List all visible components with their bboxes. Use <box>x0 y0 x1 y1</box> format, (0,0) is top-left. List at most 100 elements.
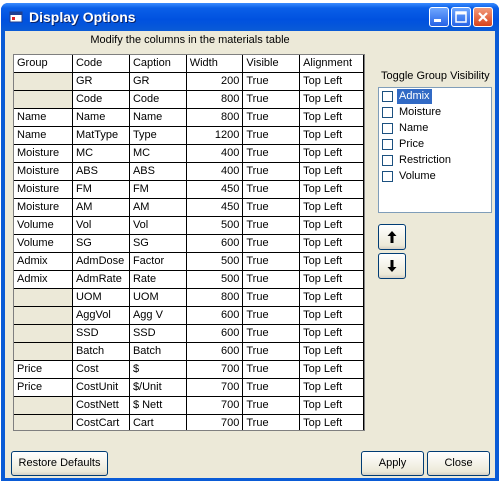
cell-width[interactable]: 800 <box>186 288 244 307</box>
cell-width[interactable]: 600 <box>186 234 244 253</box>
move-up-button[interactable] <box>378 224 406 250</box>
cell-alignment[interactable]: Top Left <box>299 288 364 307</box>
cell-alignment[interactable]: Top Left <box>299 360 364 379</box>
cell-code[interactable]: UOM <box>72 288 130 307</box>
cell-visible[interactable]: True <box>242 180 301 199</box>
cell-visible[interactable]: True <box>242 108 301 127</box>
cell-visible[interactable]: True <box>242 126 301 145</box>
cell-alignment[interactable]: Top Left <box>299 234 364 253</box>
cell-caption[interactable]: Rate <box>129 270 187 289</box>
cell-width[interactable]: 800 <box>186 90 244 109</box>
cell-group[interactable]: Moisture <box>14 180 73 199</box>
cell-caption[interactable]: $/Unit <box>129 378 187 397</box>
cell-alignment[interactable]: Top Left <box>299 414 364 430</box>
cell-visible[interactable]: True <box>242 144 301 163</box>
table-row[interactable]: Admix AdmRate Rate 500 True Top Left <box>14 270 364 289</box>
cell-width[interactable]: 1200 <box>186 126 244 145</box>
cell-alignment[interactable]: Top Left <box>299 180 364 199</box>
cell-code[interactable]: FM <box>72 180 130 199</box>
cell-caption[interactable]: $ Nett <box>129 396 187 415</box>
cell-width[interactable]: 450 <box>186 198 244 217</box>
toggle-item-moisture[interactable]: Moisture <box>381 105 490 120</box>
cell-group[interactable] <box>14 324 73 343</box>
cell-visible[interactable]: True <box>242 342 301 361</box>
cell-width[interactable]: 700 <box>186 396 244 415</box>
table-row[interactable]: Moisture AM AM 450 True Top Left <box>14 198 364 217</box>
cell-group[interactable] <box>14 90 73 109</box>
cell-alignment[interactable]: Top Left <box>299 270 364 289</box>
cell-code[interactable]: GR <box>72 72 130 91</box>
cell-code[interactable]: Name <box>72 108 130 127</box>
cell-code[interactable]: Code <box>72 90 130 109</box>
cell-caption[interactable]: Name <box>129 108 187 127</box>
cell-alignment[interactable]: Top Left <box>299 90 364 109</box>
cell-visible[interactable]: True <box>242 216 301 235</box>
cell-group[interactable]: Admix <box>14 270 73 289</box>
cell-caption[interactable]: SSD <box>129 324 187 343</box>
cell-caption[interactable]: FM <box>129 180 187 199</box>
restore-defaults-button[interactable]: Restore Defaults <box>11 451 108 476</box>
cell-width[interactable]: 400 <box>186 162 244 181</box>
table-row[interactable]: Volume Vol Vol 500 True Top Left <box>14 216 364 235</box>
cell-visible[interactable]: True <box>242 162 301 181</box>
cell-code[interactable]: MC <box>72 144 130 163</box>
cell-code[interactable]: SG <box>72 234 130 253</box>
cell-width[interactable]: 700 <box>186 360 244 379</box>
cell-code[interactable]: Vol <box>72 216 130 235</box>
cell-width[interactable]: 700 <box>186 414 244 430</box>
cell-visible[interactable]: True <box>242 378 301 397</box>
cell-alignment[interactable]: Top Left <box>299 144 364 163</box>
table-row[interactable]: UOM UOM 800 True Top Left <box>14 288 364 307</box>
cell-code[interactable]: CostNett <box>72 396 130 415</box>
cell-width[interactable]: 700 <box>186 378 244 397</box>
cell-caption[interactable]: Batch <box>129 342 187 361</box>
columns-grid[interactable]: Group Code Caption Width Visible Alignment GR G… <box>13 54 365 431</box>
cell-width[interactable]: 500 <box>186 216 244 235</box>
cell-code[interactable]: AM <box>72 198 130 217</box>
column-header-caption[interactable]: Caption <box>129 55 187 73</box>
cell-width[interactable]: 500 <box>186 252 244 271</box>
cell-code[interactable]: SSD <box>72 324 130 343</box>
cell-alignment[interactable]: Top Left <box>299 162 364 181</box>
table-row[interactable]: Price CostUnit $/Unit 700 True Top Left <box>14 378 364 397</box>
table-row[interactable]: Moisture MC MC 400 True Top Left <box>14 144 364 163</box>
cell-group[interactable]: Volume <box>14 216 73 235</box>
table-row[interactable]: Moisture ABS ABS 400 True Top Left <box>14 162 364 181</box>
cell-width[interactable]: 600 <box>186 324 244 343</box>
column-header-group[interactable]: Group <box>14 55 73 73</box>
cell-code[interactable]: AdmDose <box>72 252 130 271</box>
column-header-code[interactable]: Code <box>72 55 130 73</box>
table-row[interactable]: Volume SG SG 600 True Top Left <box>14 234 364 253</box>
cell-visible[interactable]: True <box>242 234 301 253</box>
column-header-width[interactable]: Width <box>186 55 244 73</box>
cell-width[interactable]: 500 <box>186 270 244 289</box>
checkbox[interactable] <box>382 155 393 166</box>
cell-alignment[interactable]: Top Left <box>299 396 364 415</box>
cell-visible[interactable]: True <box>242 270 301 289</box>
cell-group[interactable] <box>14 396 73 415</box>
table-row[interactable]: CostNett $ Nett 700 True Top Left <box>14 396 364 415</box>
table-row[interactable]: AggVol Agg V 600 True Top Left <box>14 306 364 325</box>
cell-width[interactable]: 400 <box>186 144 244 163</box>
title-bar[interactable]: Display Options <box>1 3 499 31</box>
table-row[interactable]: Admix AdmDose Factor 500 True Top Left <box>14 252 364 271</box>
checkbox[interactable] <box>382 171 393 182</box>
cell-group[interactable] <box>14 342 73 361</box>
cell-group[interactable]: Moisture <box>14 144 73 163</box>
cell-visible[interactable]: True <box>242 396 301 415</box>
cell-group[interactable] <box>14 288 73 307</box>
cell-width[interactable]: 450 <box>186 180 244 199</box>
checkbox[interactable] <box>382 107 393 118</box>
cell-alignment[interactable]: Top Left <box>299 216 364 235</box>
cell-caption[interactable]: Code <box>129 90 187 109</box>
cell-caption[interactable]: UOM <box>129 288 187 307</box>
cell-visible[interactable]: True <box>242 324 301 343</box>
cell-group[interactable]: Moisture <box>14 198 73 217</box>
cell-alignment[interactable]: Top Left <box>299 72 364 91</box>
cell-alignment[interactable]: Top Left <box>299 378 364 397</box>
cell-group[interactable]: Price <box>14 378 73 397</box>
table-row[interactable]: CostCart Cart 700 True Top Left <box>14 414 364 430</box>
cell-code[interactable]: AggVol <box>72 306 130 325</box>
table-row[interactable]: Name MatType Type 1200 True Top Left <box>14 126 364 145</box>
cell-visible[interactable]: True <box>242 90 301 109</box>
